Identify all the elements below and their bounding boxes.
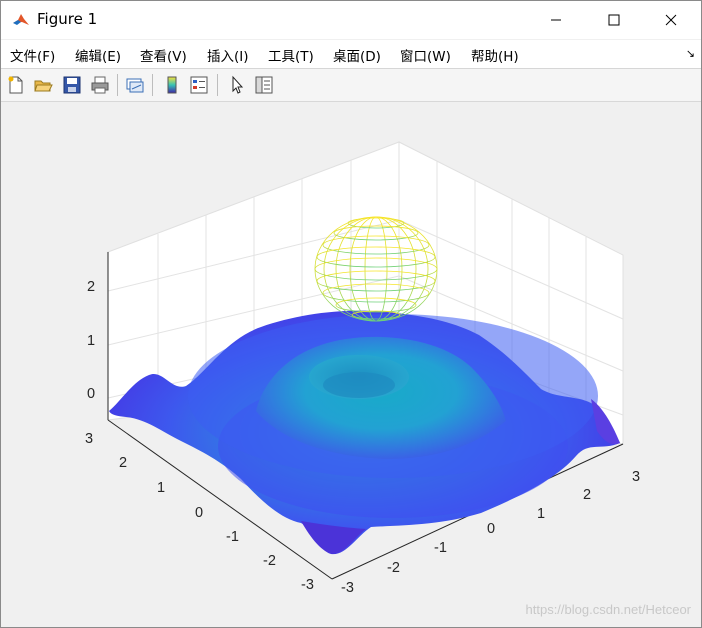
figure-window: Figure 1 文件(F) 编辑(E) 查看(V) 插入(I) 工具(T) 桌… bbox=[0, 0, 702, 628]
x-tick-label: -2 bbox=[387, 560, 400, 576]
close-icon bbox=[665, 14, 677, 26]
menu-desktop[interactable]: 桌面(D) bbox=[333, 45, 381, 65]
save-icon[interactable] bbox=[60, 73, 84, 97]
y-tick-label: -2 bbox=[263, 553, 276, 569]
toolbar-separator bbox=[117, 74, 118, 96]
y-tick-label: -3 bbox=[301, 577, 314, 593]
menu-edit[interactable]: 编辑(E) bbox=[75, 45, 121, 65]
minimize-icon bbox=[551, 19, 561, 21]
legend-icon[interactable] bbox=[187, 73, 211, 97]
z-tick-label: 0 bbox=[87, 386, 96, 402]
y-tick-label: 1 bbox=[157, 480, 166, 496]
colorbar-icon[interactable] bbox=[160, 73, 184, 97]
dock-arrow-icon[interactable]: ↘ bbox=[686, 47, 695, 60]
x-tick-label: 3 bbox=[632, 469, 641, 485]
open-file-icon[interactable] bbox=[31, 73, 55, 97]
maximize-icon bbox=[608, 14, 620, 26]
watermark: https://blog.csdn.net/Hetceor bbox=[525, 602, 691, 617]
matlab-logo-icon bbox=[12, 11, 30, 29]
print-icon[interactable] bbox=[88, 73, 112, 97]
pointer-icon[interactable] bbox=[225, 73, 249, 97]
menu-view[interactable]: 查看(V) bbox=[140, 45, 187, 65]
y-tick-label: -1 bbox=[226, 529, 239, 545]
x-tick-label: 0 bbox=[487, 521, 496, 537]
x-tick-label: -1 bbox=[434, 540, 447, 556]
toolbar-separator bbox=[217, 74, 218, 96]
menu-window[interactable]: 窗口(W) bbox=[400, 45, 451, 65]
toolbar bbox=[1, 69, 701, 102]
z-tick-label: 1 bbox=[87, 333, 96, 349]
close-button[interactable] bbox=[648, 1, 694, 39]
minimize-button[interactable] bbox=[533, 1, 579, 39]
axes-3d[interactable] bbox=[1, 102, 701, 627]
window-title: Figure 1 bbox=[37, 10, 98, 28]
menu-tools[interactable]: 工具(T) bbox=[268, 45, 314, 65]
menu-bar: 文件(F) 编辑(E) 查看(V) 插入(I) 工具(T) 桌面(D) 窗口(W… bbox=[1, 40, 701, 69]
x-tick-label: 2 bbox=[583, 487, 592, 503]
y-tick-label: 2 bbox=[119, 455, 128, 471]
x-tick-label: -3 bbox=[341, 580, 354, 596]
link-plot-icon[interactable] bbox=[123, 73, 147, 97]
x-tick-label: 1 bbox=[537, 506, 546, 522]
toolbar-separator bbox=[152, 74, 153, 96]
title-bar[interactable]: Figure 1 bbox=[1, 1, 701, 39]
menu-insert[interactable]: 插入(I) bbox=[207, 45, 249, 65]
z-tick-label: 2 bbox=[87, 279, 96, 295]
y-tick-label: 0 bbox=[195, 505, 204, 521]
menu-help[interactable]: 帮助(H) bbox=[471, 45, 519, 65]
maximize-button[interactable] bbox=[591, 1, 637, 39]
menu-file[interactable]: 文件(F) bbox=[10, 45, 55, 65]
y-tick-label: 3 bbox=[85, 431, 94, 447]
figure-canvas[interactable]: 2 1 0 3 2 1 0 -1 -2 -3 -3 -2 -1 0 1 2 3 … bbox=[1, 102, 701, 627]
new-figure-icon[interactable] bbox=[4, 73, 28, 97]
property-editor-icon[interactable] bbox=[252, 73, 276, 97]
